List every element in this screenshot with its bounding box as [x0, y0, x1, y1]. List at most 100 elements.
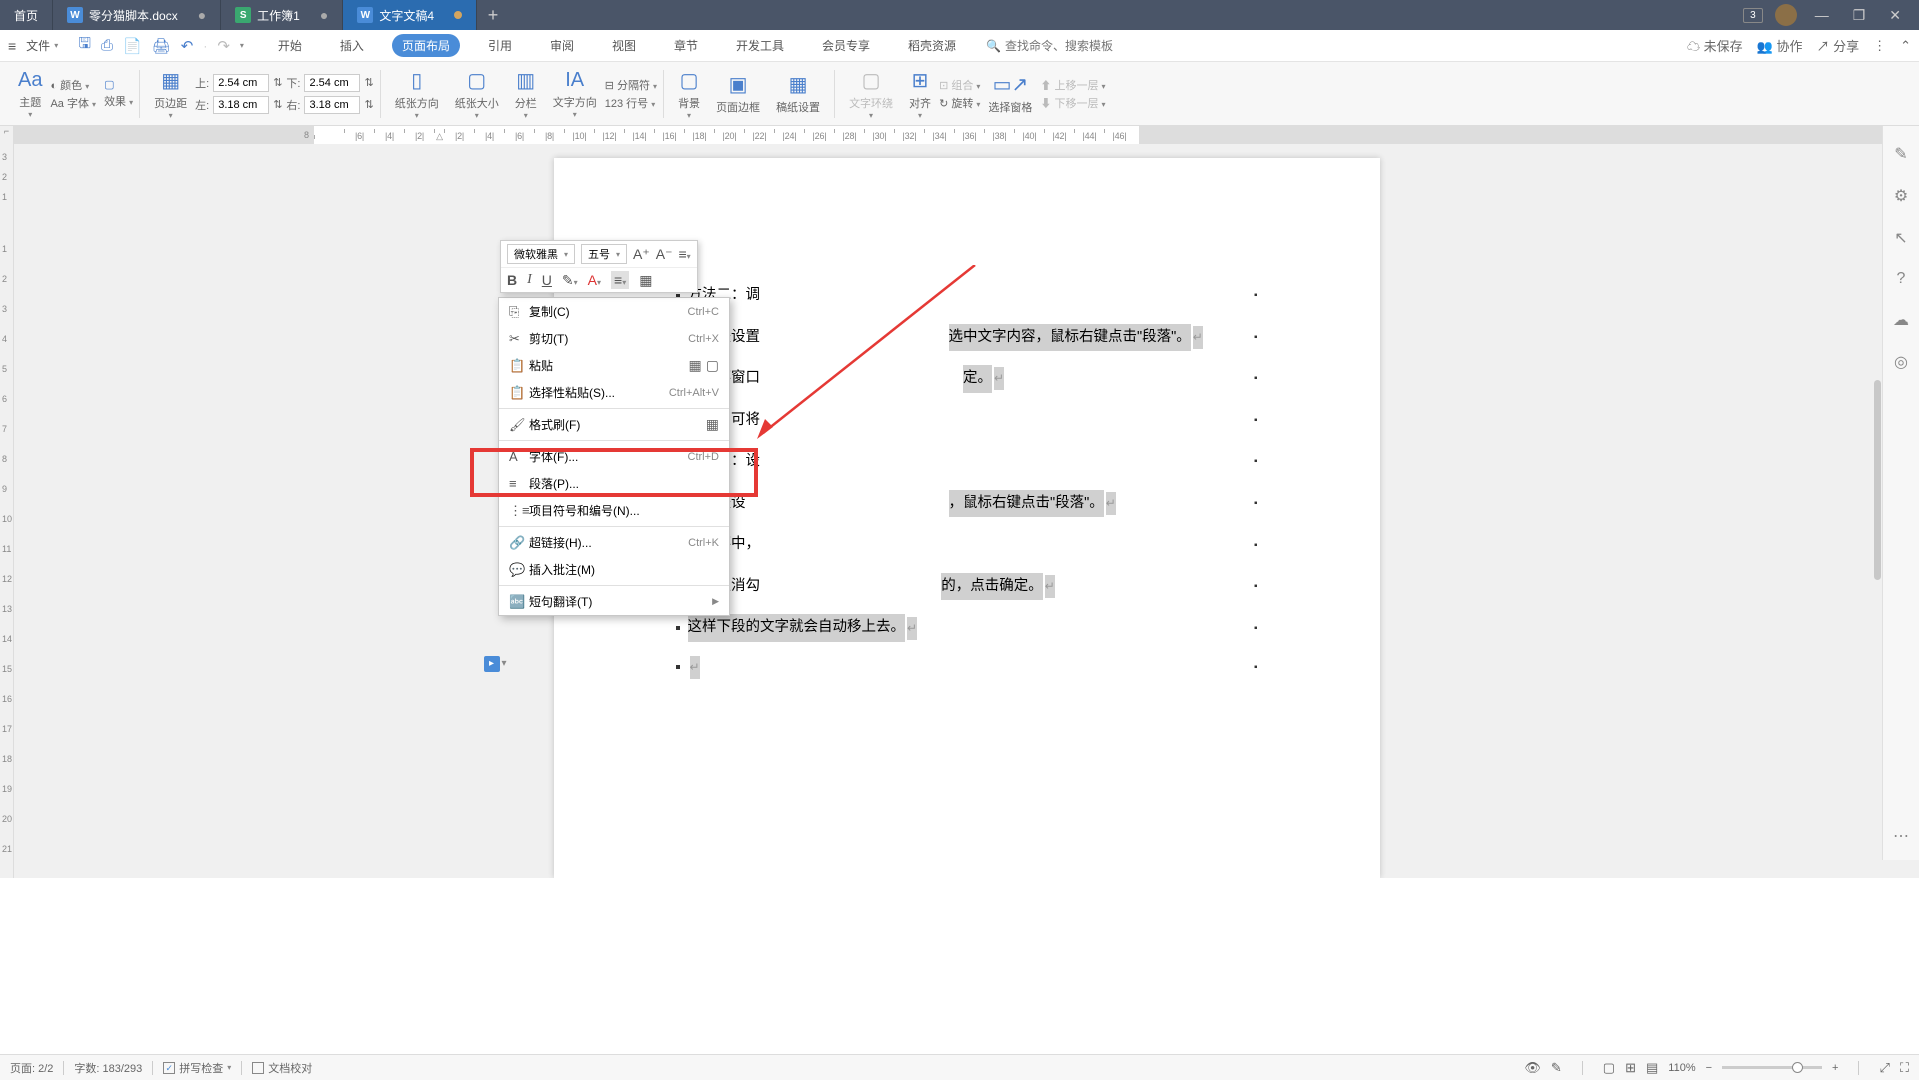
group-button[interactable]: ⊡ 组合 ▾ — [939, 77, 980, 93]
selpane-button[interactable]: ▭↗选择窗格 — [980, 62, 1040, 125]
close-icon[interactable]: ● — [320, 7, 328, 23]
fullscreen-icon[interactable]: ⛶ — [1900, 1060, 1909, 1076]
search-box[interactable]: 🔍 — [986, 39, 1145, 53]
paragraph-marker-icon[interactable]: ▸ — [484, 656, 500, 672]
file-menu[interactable]: 文件 ▾ — [20, 35, 64, 56]
more-tools-icon[interactable]: ⋯ — [1893, 826, 1909, 846]
close-window-icon[interactable]: ✕ — [1883, 7, 1907, 24]
hamburger-icon[interactable]: ≡ — [8, 38, 16, 54]
tab-home[interactable]: 首页 — [0, 0, 53, 30]
unsaved-button[interactable]: ☁ 未保存 — [1687, 36, 1743, 55]
columns-button[interactable]: ▥分栏▾ — [507, 62, 545, 125]
zoom-level[interactable]: 110% — [1668, 1062, 1695, 1074]
pageborder-button[interactable]: ▣页面边框 — [708, 62, 768, 125]
ctx-bullets[interactable]: ⋮≡项目符号和编号(N)... — [499, 497, 729, 524]
alignment-icon[interactable]: ≡▾ — [611, 271, 629, 289]
tab-review[interactable]: 审阅 — [540, 34, 584, 57]
help-icon[interactable]: ? — [1897, 270, 1906, 288]
tab-reference[interactable]: 引用 — [478, 34, 522, 57]
fontcolor-icon[interactable]: A▾ — [588, 272, 601, 288]
paragraph-marker-dd[interactable]: ▾ — [502, 658, 507, 669]
highlight-icon[interactable]: ✎▾ — [562, 272, 578, 289]
tab-resources[interactable]: 稻壳资源 — [898, 34, 966, 57]
tab-doc1[interactable]: W 零分猫脚本.docx ● — [53, 0, 221, 30]
linespacing-icon[interactable]: ≡▾ — [679, 246, 691, 262]
margin-right-input[interactable] — [304, 96, 360, 114]
tab-devtools[interactable]: 开发工具 — [726, 34, 794, 57]
doc-line[interactable]: 方法三：设▪ — [676, 448, 1258, 476]
vertical-scrollbar[interactable] — [1874, 380, 1881, 580]
textdir-button[interactable]: IA文字方向▾ — [545, 62, 605, 125]
doc-line[interactable]: 在段落窗口xxxxxxxxxxxxxxxxxxxxxxxxxxxx定。↵▪ — [676, 365, 1258, 393]
save-icon[interactable]: 🖫 — [78, 33, 91, 58]
rotate-button[interactable]: ↻ 旋转 ▾ — [939, 95, 980, 111]
eye-icon[interactable]: 👁 — [1524, 1060, 1541, 1076]
add-tab-button[interactable]: + — [477, 5, 509, 26]
paper-dir-button[interactable]: ▯纸张方向▾ — [387, 62, 447, 125]
ctx-cut[interactable]: ✂剪切(T)Ctrl+X — [499, 325, 729, 352]
export-icon[interactable]: ⎙ — [101, 37, 113, 54]
view-page-icon[interactable]: ▢ — [1603, 1060, 1615, 1076]
ctx-comment[interactable]: 💬插入批注(M) — [499, 556, 729, 583]
doc-line[interactable]: 方法二：调▪ — [676, 282, 1258, 310]
pen-icon[interactable]: ✎ — [1894, 144, 1907, 164]
qat-dropdown[interactable]: ▾ — [240, 41, 244, 50]
font-select[interactable]: 微软雅黑▾ — [507, 244, 575, 264]
tab-view[interactable]: 视图 — [602, 34, 646, 57]
ctx-paragraph[interactable]: ≡段落(P)... — [499, 470, 729, 497]
zoom-slider[interactable] — [1722, 1066, 1822, 1069]
page-indicator[interactable]: 页面: 2/2 — [10, 1060, 53, 1076]
margin-top-input[interactable] — [213, 74, 269, 92]
redo-icon[interactable]: ↷ — [217, 37, 230, 55]
tab-sheet[interactable]: S 工作簿1 ● — [221, 0, 343, 30]
italic-icon[interactable]: I — [527, 272, 532, 288]
spellcheck-toggle[interactable]: ✓拼写检查 ▾ — [163, 1060, 231, 1076]
ctx-font[interactable]: A字体(F)...Ctrl+D — [499, 443, 729, 470]
minimize-icon[interactable]: — — [1809, 7, 1835, 23]
tab-chapter[interactable]: 章节 — [664, 34, 708, 57]
view-web-icon[interactable]: ▤ — [1646, 1060, 1658, 1076]
ctx-format-painter[interactable]: 🖌格式刷(F)▦ — [499, 411, 729, 438]
document-canvas[interactable]: 方法二：调▪ 如果是设置了印节问距造成文字移工上士选中文字内容，鼠标右键点击"段… — [14, 144, 1919, 878]
close-icon[interactable]: ● — [198, 7, 206, 23]
settings-icon[interactable]: ⚙ — [1894, 186, 1908, 206]
ctx-copy[interactable]: ⎘复制(C)Ctrl+C — [499, 298, 729, 325]
word-count[interactable]: 字数: 183/293 — [74, 1060, 142, 1076]
share-button[interactable]: ↗ 分享 — [1816, 36, 1859, 55]
textwrap-button[interactable]: ▢文字环绕▾ — [841, 62, 901, 125]
search-input[interactable] — [1005, 39, 1145, 53]
fontsize-select[interactable]: 五号▾ — [581, 244, 627, 264]
cloud-icon[interactable]: ☁ — [1893, 310, 1909, 330]
doc-line[interactable]: 如果是设置了印节问距造成文字移工上士选中文字内容，鼠标右键点击"段落"。↵▪ — [676, 324, 1258, 352]
formatpaint-icon[interactable]: ▦ — [639, 272, 652, 289]
doc-line[interactable]: ↵▪ — [676, 656, 1258, 679]
font-button[interactable]: Aa 字体 ▾ — [50, 95, 96, 111]
bold-icon[interactable]: B — [507, 272, 517, 288]
effect-button[interactable]: 效果 ▾ — [104, 93, 133, 109]
formatpainter-extra-icon[interactable]: ▦ — [706, 416, 719, 433]
paper-size-button[interactable]: ▢纸张大小▾ — [447, 62, 507, 125]
ctx-translate[interactable]: 🔤短句翻译(T)▶ — [499, 588, 729, 615]
box-icon[interactable]: ▢ — [104, 78, 133, 91]
shrink-font-icon[interactable]: A⁻ — [656, 246, 673, 263]
color-button[interactable]: ◐ 颜色 ▾ — [50, 77, 96, 93]
doc-line[interactable]: 然后取消勾xxxxxxxxxxxxxxxxxxxxxxxxx的，点击确定。↵▪ — [676, 573, 1258, 601]
paste-opt1-icon[interactable]: ▦ — [689, 357, 702, 374]
more-icon[interactable]: ⋮ — [1873, 38, 1886, 54]
doc-line[interactable]: 如果是设xxxxxxxxxxxxxxxxxxxxxxxxxxxx，鼠标右键点击"… — [676, 490, 1258, 518]
fitwidth-icon[interactable]: ⤢ — [1879, 1060, 1889, 1076]
tab-insert[interactable]: 插入 — [330, 34, 374, 57]
ctx-paste-special[interactable]: 📋选择性粘贴(S)...Ctrl+Alt+V — [499, 379, 729, 406]
separator-button[interactable]: ⊟ 分隔符 ▾ — [605, 77, 657, 93]
grow-font-icon[interactable]: A⁺ — [633, 246, 650, 263]
cursor-icon[interactable]: ↖ — [1894, 228, 1907, 248]
theme-button[interactable]: Aa主题▾ — [10, 62, 50, 125]
ctx-hyperlink[interactable]: 🔗超链接(H)...Ctrl+K — [499, 529, 729, 556]
doc-line[interactable]: 这样下段的文字就会自动移上去。↵▪ — [676, 614, 1258, 642]
margin-left-input[interactable] — [213, 96, 269, 114]
target-icon[interactable]: ◎ — [1894, 352, 1908, 372]
collab-button[interactable]: 👥 协作 — [1757, 36, 1803, 55]
tab-doc2[interactable]: W 文字文稿4 — [343, 0, 477, 30]
vertical-ruler[interactable]: 321 123456789101112131415161718192021 — [0, 144, 14, 878]
print-icon[interactable]: 🖨 — [152, 37, 171, 55]
